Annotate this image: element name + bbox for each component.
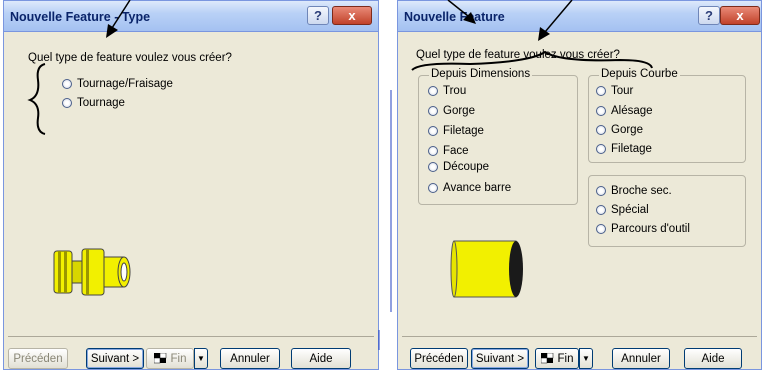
arrow-head-icon [106,24,118,38]
annotation-overlay [27,0,653,350]
brace-annotation [411,50,653,71]
arrow-line [544,0,573,33]
brace-annotation [27,63,46,135]
arrow-line [111,0,131,29]
arrow-line [447,0,469,17]
